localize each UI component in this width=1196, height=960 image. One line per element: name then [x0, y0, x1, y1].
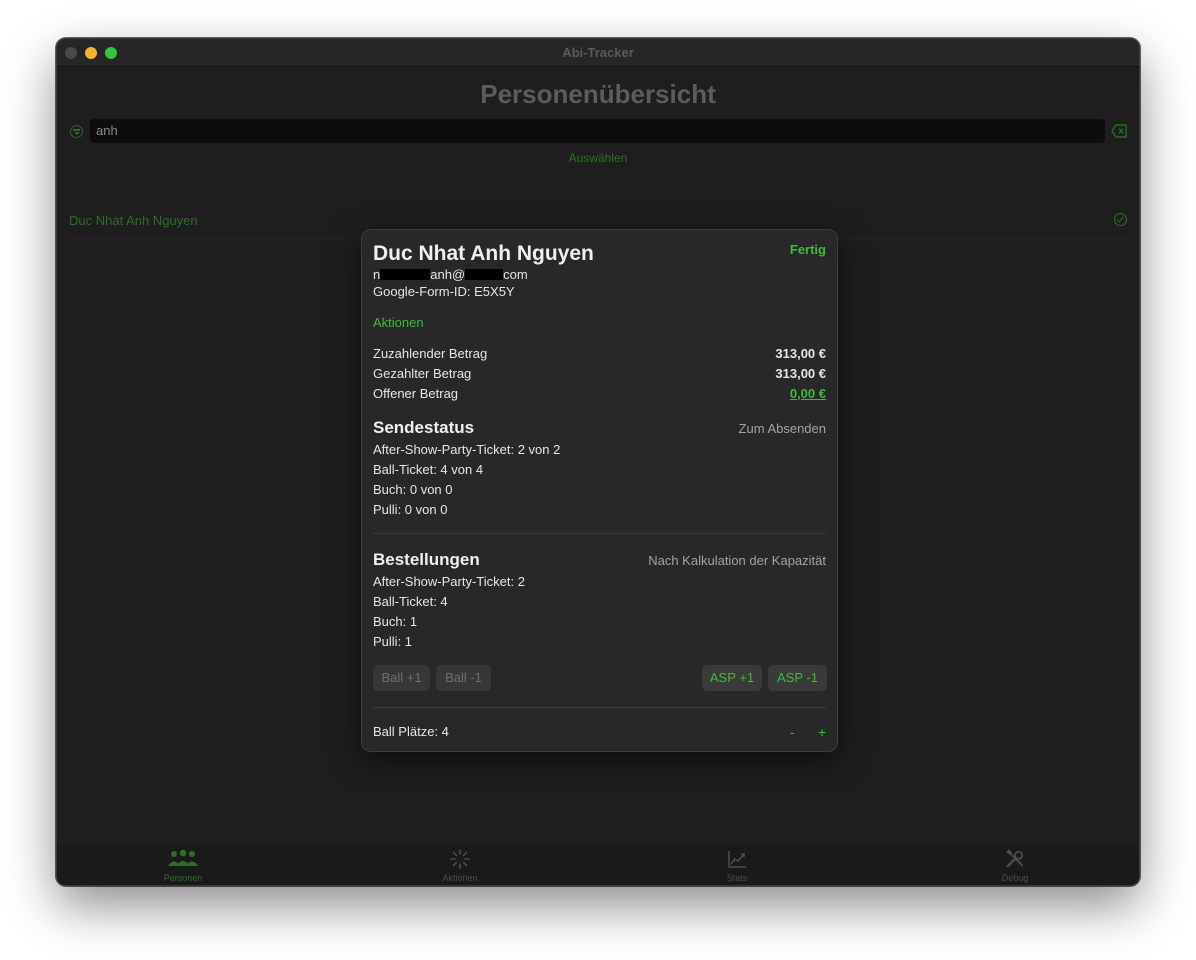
- amount-due-value: 313,00 €: [775, 346, 826, 361]
- divider: [373, 707, 826, 708]
- redaction-bar: [465, 269, 504, 280]
- sparkle-icon: [450, 849, 470, 869]
- window-title: Abi-Tracker: [562, 45, 634, 60]
- order-line: Pulli: 1: [373, 634, 413, 649]
- person-name-title: Duc Nhat Anh Nguyen: [373, 242, 594, 265]
- send-status-title: Sendestatus: [373, 418, 475, 437]
- tab-debug[interactable]: Debug: [975, 849, 1055, 883]
- divider: [373, 533, 826, 534]
- asp-minus-button[interactable]: ASP -1: [768, 665, 827, 691]
- filter-icon[interactable]: [70, 125, 83, 138]
- tab-personen[interactable]: Personen: [143, 849, 223, 883]
- tab-aktionen[interactable]: Aktionen: [420, 849, 500, 883]
- tab-label: Personen: [163, 873, 203, 883]
- ball-seats-label: Ball Plätze: 4: [373, 724, 449, 739]
- send-status-line: Buch: 0 von 0: [373, 482, 453, 497]
- asp-plus-button[interactable]: ASP +1: [702, 665, 762, 691]
- title-bar: Abi-Tracker: [57, 39, 1139, 67]
- redaction-bar: [380, 269, 431, 280]
- email-address: n anh@ com: [373, 267, 528, 282]
- tab-label: Stats: [726, 873, 748, 883]
- ball-seats-plus-button[interactable]: +: [818, 724, 826, 740]
- amount-due-label: Zuzahlender Betrag: [373, 346, 488, 361]
- order-line: Ball-Ticket: 4: [373, 594, 448, 609]
- orders-note: Nach Kalkulation der Kapazität: [648, 553, 826, 568]
- people-icon: [168, 849, 198, 866]
- clear-search-icon[interactable]: [1111, 124, 1127, 138]
- app-window: Abi-Tracker Personenübersicht anh Auswäh…: [56, 38, 1140, 886]
- open-amount-label: Offener Betrag: [373, 386, 459, 401]
- chart-icon: [728, 851, 746, 868]
- tab-stats[interactable]: Stats: [697, 849, 777, 883]
- actions-button[interactable]: Aktionen: [373, 315, 424, 330]
- order-line: Buch: 1: [373, 614, 418, 629]
- orders-title: Bestellungen: [373, 550, 480, 569]
- tools-icon: [1006, 849, 1024, 868]
- ball-plus-button[interactable]: Ball +1: [373, 665, 430, 691]
- main-content: Personenübersicht anh Auswählen Duc Nhat…: [57, 67, 1139, 885]
- page-title: Personenübersicht: [480, 79, 716, 109]
- search-input[interactable]: anh: [90, 119, 1105, 143]
- send-status-note: Zum Absenden: [738, 421, 826, 436]
- person-detail-sheet: Duc Nhat Anh Nguyen Fertig n anh@ com Goog…: [361, 229, 838, 752]
- send-status-line: Ball-Ticket: 4 von 4: [373, 462, 484, 477]
- amount-paid-value: 313,00 €: [775, 366, 826, 381]
- send-status-line: After-Show-Party-Ticket: 2 von 2: [373, 442, 561, 457]
- open-amount-link[interactable]: 0,00 €: [790, 386, 826, 401]
- tab-label: Aktionen: [442, 873, 478, 883]
- person-name: Duc Nhat Anh Nguyen: [69, 213, 198, 228]
- select-button[interactable]: Auswählen: [57, 151, 1139, 165]
- amount-paid-label: Gezahlter Betrag: [373, 366, 472, 381]
- send-status-line: Pulli: 0 von 0: [373, 502, 448, 517]
- done-button[interactable]: Fertig: [790, 242, 826, 257]
- checkmark-circle-icon: [1114, 213, 1127, 226]
- ball-seats-minus-button[interactable]: -: [790, 724, 795, 740]
- tab-label: Debug: [1001, 873, 1029, 883]
- order-line: After-Show-Party-Ticket: 2: [373, 574, 525, 589]
- form-id: Google-Form-ID: E5X5Y: [373, 284, 515, 299]
- ball-minus-button[interactable]: Ball -1: [436, 665, 491, 691]
- tab-bar: Personen Aktionen Stats Debug: [57, 845, 1139, 885]
